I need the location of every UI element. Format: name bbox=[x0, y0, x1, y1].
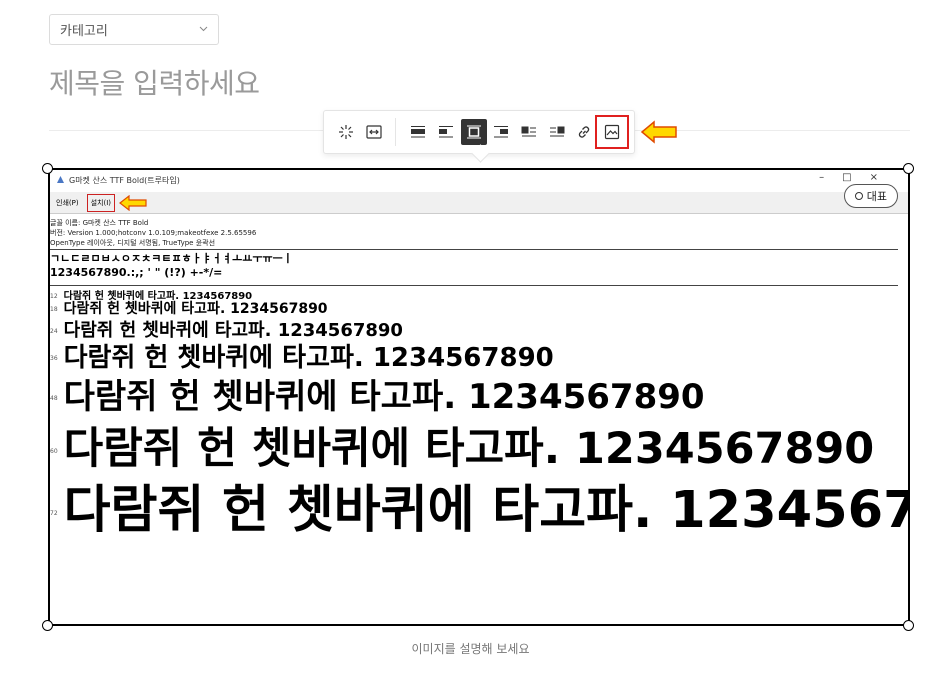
font-viewer-toolbar: 인쇄(P) 설치(I) bbox=[50, 192, 908, 214]
meta-line: OpenType 레이아웃, 디지털 서명됨, TrueType 윤곽선 bbox=[50, 239, 216, 247]
wrap-right-icon[interactable] bbox=[544, 119, 570, 145]
sample-line-48: 48 다람쥐 헌 쳇바퀴에 타고파. 1234567890 bbox=[50, 377, 705, 417]
sample-line-60: 60 다람쥐 헌 쳇바퀴에 타고파. 1234567890 bbox=[50, 424, 875, 474]
fit-width-icon[interactable] bbox=[361, 119, 387, 145]
represent-label: 대표 bbox=[866, 190, 887, 203]
character-set: ㄱㄴㄷㄹㅁㅂㅅㅇㅈㅊㅋㅌㅍㅎㅏㅑㅓㅕㅗㅛㅜㅠㅡㅣ 1234567890.:,; … bbox=[50, 252, 293, 280]
align-right-icon[interactable] bbox=[489, 119, 515, 145]
align-center-icon[interactable] bbox=[460, 119, 487, 145]
meta-line: 버전: Version 1.000;hotconv 1.0.109;makeot… bbox=[50, 229, 257, 237]
effect-icon[interactable] bbox=[333, 119, 359, 145]
divider bbox=[50, 249, 898, 250]
image-toolbar bbox=[323, 110, 635, 154]
window-controls: –□× bbox=[819, 172, 896, 183]
image-icon[interactable] bbox=[595, 115, 629, 149]
font-viewer-title: G마켓 산스 TTF Bold(트루타입) bbox=[56, 175, 180, 186]
sample-line-72: 72다람쥐 헌 쳇바퀴에 타고파. 1234567890 bbox=[50, 481, 908, 540]
category-select[interactable]: 카테고리 bbox=[49, 14, 219, 45]
font-file-icon bbox=[56, 175, 65, 186]
editor-page: 카테고리 제목을 입력하세요 G마켓 산스 TTF Bold(트루타입) –□×… bbox=[0, 0, 941, 695]
image-caption-input[interactable]: 이미지를 설명해 보세요 bbox=[0, 640, 941, 657]
divider bbox=[50, 285, 898, 286]
resize-handle-bottom-right[interactable] bbox=[903, 620, 914, 631]
arrow-annotation-icon bbox=[119, 194, 147, 211]
meta-line: 글꼴 이름: G마켓 산스 TTF Bold bbox=[50, 219, 149, 227]
resize-handle-bottom-left[interactable] bbox=[42, 620, 53, 631]
font-meta: 글꼴 이름: G마켓 산스 TTF Bold 버전: Version 1.000… bbox=[50, 218, 256, 248]
category-label: 카테고리 bbox=[60, 24, 108, 39]
jamo-line: ㄱㄴㄷㄹㅁㅂㅅㅇㅈㅊㅋㅌㅍㅎㅏㅑㅓㅕㅗㅛㅜㅠㅡㅣ bbox=[50, 252, 293, 265]
toolbar-divider bbox=[395, 118, 397, 146]
align-left-icon[interactable] bbox=[433, 119, 459, 145]
title-input[interactable]: 제목을 입력하세요 bbox=[49, 62, 260, 102]
wrap-left-icon[interactable] bbox=[516, 119, 542, 145]
arrow-annotation-icon bbox=[640, 120, 677, 144]
link-icon[interactable] bbox=[572, 119, 598, 145]
window-title-text: G마켓 산스 TTF Bold(트루타입) bbox=[69, 176, 180, 185]
inserted-image[interactable]: G마켓 산스 TTF Bold(트루타입) –□× 인쇄(P) 설치(I) 대표… bbox=[48, 168, 910, 626]
install-button: 설치(I) bbox=[86, 193, 115, 212]
align-full-icon[interactable] bbox=[405, 119, 431, 145]
chevron-down-icon bbox=[199, 24, 208, 35]
represent-button[interactable]: 대표 bbox=[843, 184, 898, 208]
resize-handle-top-right[interactable] bbox=[903, 163, 914, 174]
radio-icon bbox=[854, 192, 863, 200]
symbol-line: 1234567890.:,; ' " (!?) +-*/= bbox=[50, 266, 223, 279]
print-button: 인쇄(P) bbox=[56, 198, 79, 207]
sample-line-18: 18 다람쥐 헌 쳇바퀴에 타고파. 1234567890 bbox=[50, 301, 328, 317]
resize-handle-top-left[interactable] bbox=[42, 163, 53, 174]
